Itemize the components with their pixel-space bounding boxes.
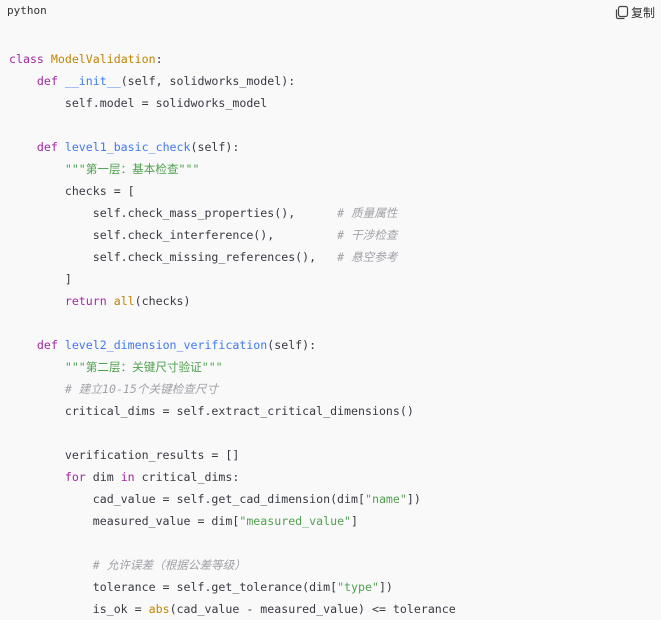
code-line: return all(checks) [9,290,661,312]
code-token: "type" [337,580,379,594]
code-token: critical_dims = self.extract_critical_di… [9,404,414,418]
code-token: verification_results = [] [9,448,240,462]
code-token: measured_value = dim[ [9,514,240,528]
language-label: python [7,4,47,17]
code-token: # 干涉检查 [337,228,398,242]
code-token: def [36,338,65,352]
code-token: self.model = solidworks_model [9,96,268,110]
code-line: verification_results = [] [9,444,661,466]
code-token: critical_dims: [141,470,240,484]
code-token: self.check_missing_references(), [9,250,338,264]
code-token: """第二层：关键尺寸验证""" [64,360,223,374]
code-line: ] [9,268,661,290]
code-line: def level1_basic_check(self): [9,136,661,158]
code-line: critical_dims = self.extract_critical_di… [9,400,661,422]
code-token: cad_value = self.get_cad_dimension(dim[ [9,492,365,506]
code-token: def [36,74,65,88]
code-token: # 悬空参考 [337,250,398,264]
code-token: (self): [190,140,240,154]
code-line: self.model = solidworks_model [9,92,661,114]
code-token: ] [9,272,72,286]
code-token: "measured_value" [239,514,352,528]
code-line: """第二层：关键尺寸验证""" [9,356,661,378]
code-line: class ModelValidation: [9,48,661,70]
code-line: # 建立10-15个关键检查尺寸 [9,378,661,400]
code-token: return [64,294,114,308]
copy-icon [614,5,629,20]
code-token: (checks) [134,294,191,308]
code-block: python 复制 class ModelValidation: def __i… [0,0,661,620]
code-token: in [120,470,142,484]
code-line: def level2_dimension_verification(self): [9,334,661,356]
code-header: python 复制 [0,0,661,28]
code-token: self.check_mass_properties(), [9,206,338,220]
code-line: measured_value = dim["measured_value"] [9,510,661,532]
copy-button[interactable]: 复制 [610,2,659,23]
code-token: (cad_value - measured_value) <= toleranc… [169,602,456,616]
code-token: : [155,52,163,66]
code-token: class [9,52,51,66]
code-token: level2_dimension_verification [64,338,268,352]
code-line: is_ok = abs(cad_value - measured_value) … [9,598,661,620]
code-line: tolerance = self.get_tolerance(dim["type… [9,576,661,598]
code-token: checks = [ [9,184,135,198]
code-token: (self, solidworks_model): [120,74,296,88]
code-line: self.check_mass_properties(), # 质量属性 [9,202,661,224]
code-line: for dim in critical_dims: [9,466,661,488]
code-token: (self): [267,338,317,352]
code-token: ]) [406,492,421,506]
code-line: """第一层：基本检查""" [9,158,661,180]
code-token: tolerance = self.get_tolerance(dim[ [9,580,338,594]
code-content[interactable]: class ModelValidation: def __init__(self… [9,48,661,620]
code-token: all [113,294,135,308]
code-line: def __init__(self, solidworks_model): [9,70,661,92]
code-line: self.check_missing_references(), # 悬空参考 [9,246,661,268]
code-token: # 质量属性 [337,206,398,220]
code-token: __init__ [64,74,121,88]
code-token: # 允许误差（根据公差等级） [92,558,246,572]
code-token: """第一层：基本检查""" [64,162,200,176]
code-token: "name" [364,492,407,506]
code-token: for [64,470,93,484]
code-token: ModelValidation [50,52,156,66]
code-token: ]) [378,580,393,594]
code-line: checks = [ [9,180,661,202]
code-token: level1_basic_check [64,140,191,154]
code-token: dim [92,470,121,484]
code-token: abs [148,602,170,616]
code-line: self.check_interference(), # 干涉检查 [9,224,661,246]
code-line: # 允许误差（根据公差等级） [9,554,661,576]
code-token: self.check_interference(), [9,228,338,242]
code-line: cad_value = self.get_cad_dimension(dim["… [9,488,661,510]
code-token: def [36,140,65,154]
copy-label: 复制 [630,6,655,20]
code-token: is_ok = [9,602,149,616]
code-token: ] [351,514,359,528]
code-token: # 建立10-15个关键检查尺寸 [64,382,219,396]
